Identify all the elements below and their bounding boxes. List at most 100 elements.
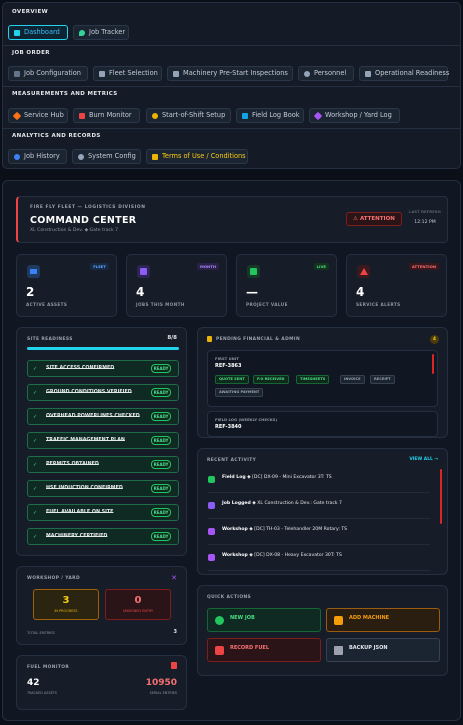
pending-card-ref: REF-3840: [215, 424, 242, 430]
status-pill[interactable]: P.O RECEIVED: [253, 375, 289, 384]
ready-badge: READY: [151, 364, 171, 373]
new-job-button[interactable]: NEW JOB: [207, 608, 321, 632]
status-pill[interactable]: TIMESHEETS: [296, 375, 330, 384]
last-refresh-label: LAST REFRESH: [409, 209, 441, 214]
attention-button[interactable]: ⚠ ATTENTION: [346, 212, 402, 226]
pending-card[interactable]: FIRST UNIT REF-3863 QUOTE SENT P.O RECEI…: [207, 350, 438, 407]
stat-card-project-value[interactable]: LIVE — PROJECT VALUE: [236, 254, 337, 317]
nav-button-machinery-pre-start[interactable]: Machinery Pre-Start Inspections: [167, 66, 293, 81]
pending-card-ref: REF-3863: [215, 363, 242, 369]
money-icon: [247, 265, 260, 278]
activity-text: Job Logged ◆ XL Construction & Dev.: Gat…: [222, 501, 342, 506]
checklist-item[interactable]: ✓ PERMITS OBTAINED READY: [27, 456, 179, 473]
stat-label: PROJECT VALUE: [246, 302, 288, 307]
gear-icon: [78, 154, 84, 160]
pending-card-label: FIRST UNIT: [215, 356, 239, 361]
pending-card[interactable]: FIELD LOG (WEEKLY CHECKS) REF-3840: [207, 411, 438, 437]
view-all-link[interactable]: VIEW ALL →: [409, 457, 438, 462]
unsigned-entry-box[interactable]: 0 UNSIGNED ENTRY: [105, 589, 171, 620]
dashboard-icon: [14, 30, 20, 36]
fuel-pump-icon: [215, 646, 224, 655]
unsigned-label: UNSIGNED ENTRY: [122, 609, 154, 613]
command-center-header: FIRE FLY FLEET — LOGISTICS DIVISION COMM…: [16, 196, 448, 243]
checklist-item[interactable]: ✓ SITE ACCESS CONFIRMED READY: [27, 360, 179, 377]
total-entries-value: 3: [173, 629, 177, 635]
site-location: XL Construction & Dev. ◆ Gate track 7: [30, 228, 119, 233]
checklist-item[interactable]: ✓ TRAFFIC MANAGEMENT PLAN READY: [27, 432, 179, 449]
ready-badge: READY: [151, 412, 171, 421]
unsigned-value: 0: [134, 595, 142, 606]
wrench-icon: [12, 111, 22, 121]
nav-button-dashboard[interactable]: Dashboard: [8, 25, 68, 40]
nav-section-title-analytics: ANALYTICS AND RECORDS: [12, 133, 101, 139]
plus-icon: [215, 616, 224, 625]
nav-button-system-config[interactable]: System Config: [72, 149, 141, 164]
status-pill[interactable]: INVOICE: [340, 375, 365, 384]
stat-card-service-alerts[interactable]: ATTENTION 4 SERVICE ALERTS: [346, 254, 447, 317]
activity-icon: [208, 554, 215, 561]
backup-json-button[interactable]: BACKUP JSON: [326, 638, 440, 662]
checklist-item-label: PERMITS OBTAINED: [46, 462, 99, 467]
nav-button-job-tracker[interactable]: Job Tracker: [73, 25, 129, 40]
add-machine-button[interactable]: ADD MACHINE: [326, 608, 440, 632]
checklist-item-label: SITE ACCESS CONFIRMED: [46, 366, 115, 371]
nav-divider: [3, 45, 460, 46]
truck-icon: [334, 616, 343, 625]
nav-button-fleet-selection[interactable]: Fleet Selection: [93, 66, 162, 81]
scrollbar[interactable]: [440, 469, 442, 524]
activity-item[interactable]: Workshop ◆ [DC] DX-08 - Heavy Excavator …: [208, 547, 430, 571]
scrollbar[interactable]: [432, 354, 434, 374]
nav-button-field-log-book[interactable]: Field Log Book: [236, 108, 304, 123]
checklist-item[interactable]: ✓ MACHINERY CERTIFIED READY: [27, 528, 179, 545]
status-pill[interactable]: RECEIPT: [370, 375, 395, 384]
activity-item[interactable]: Field Log ◆ [DC] DX-09 - Mini Excavator …: [208, 469, 430, 493]
check-icon: ✓: [33, 366, 38, 372]
activity-icon: [208, 476, 215, 483]
checklist-item[interactable]: ✓ FUEL AVAILABLE ON SITE READY: [27, 504, 179, 521]
document-icon: [152, 154, 158, 160]
nav-button-service-hub[interactable]: Service Hub: [8, 108, 68, 123]
checklist-item[interactable]: ✓ OVERHEAD POWERLINES CHECKED READY: [27, 408, 179, 425]
layers-icon: [99, 71, 105, 77]
nav-button-burn-monitor[interactable]: Burn Monitor: [73, 108, 140, 123]
stat-card-active-assets[interactable]: FLEET 2 ACTIVE ASSETS: [16, 254, 117, 317]
nav-button-operational-readiness[interactable]: Operational Readiness: [359, 66, 449, 81]
nav-button-terms-of-use[interactable]: Terms of Use / Conditions: [146, 149, 248, 164]
history-icon: [14, 154, 20, 160]
checklist-icon: [173, 71, 179, 77]
activity-item[interactable]: Job Logged ◆ XL Construction & Dev.: Gat…: [208, 495, 430, 519]
status-pill[interactable]: AWAITING PAYMENT: [215, 388, 264, 397]
activity-text: Workshop ◆ [DC] DX-08 - Heavy Excavator …: [222, 553, 342, 558]
nav-button-start-of-shift[interactable]: Start-of-Shift Setup: [146, 108, 231, 123]
truck-icon: [27, 265, 40, 278]
in-progress-value: 3: [62, 595, 70, 606]
nav-button-personnel[interactable]: Personnel: [298, 66, 354, 81]
total-entries-label: TOTAL ENTRIES: [27, 631, 55, 635]
pending-count-badge: 4: [430, 335, 439, 344]
workshop-title: WORKSHOP / YARD: [27, 576, 80, 581]
status-pill[interactable]: QUOTE SENT: [215, 375, 249, 384]
nav-button-job-history[interactable]: Job History: [8, 149, 67, 164]
page-title: COMMAND CENTER: [30, 215, 137, 226]
download-icon: [334, 646, 343, 655]
checklist-item[interactable]: ✓ HSE INDUCTION CONFIRMED READY: [27, 480, 179, 497]
activity-detail: ◆ [DC] DX-09 - Mini Excavator 3T: TS: [245, 475, 332, 480]
warning-icon: [357, 265, 370, 278]
activity-type: Workshop: [222, 553, 248, 558]
site-readiness-panel: SITE READINESS 8/8 ✓ SITE ACCESS CONFIRME…: [16, 327, 187, 556]
record-fuel-button[interactable]: RECORD FUEL: [207, 638, 321, 662]
nav-button-workshop-yard-log[interactable]: Workshop / Yard Log: [309, 108, 400, 123]
in-progress-box[interactable]: 3 IN PROGRESS: [33, 589, 99, 620]
pending-card-label: FIELD LOG (WEEKLY CHECKS): [215, 417, 278, 422]
check-icon: ✓: [33, 390, 38, 396]
workshop-yard-panel: WORKSHOP / YARD ✕ 3 IN PROGRESS 0 UNSIGN…: [16, 566, 187, 645]
nav-button-job-configuration[interactable]: Job Configuration: [8, 66, 88, 81]
activity-item[interactable]: Workshop ◆ [DC] TH-03 - Telehandler 20M …: [208, 521, 430, 545]
tools-icon: [313, 111, 323, 121]
nav-divider: [3, 86, 460, 87]
stat-card-jobs-this-month[interactable]: MONTH 4 JOBS THIS MONTH: [126, 254, 227, 317]
check-icon: ✓: [33, 534, 38, 540]
checklist-item[interactable]: ✓ GROUND CONDITIONS VERIFIED READY: [27, 384, 179, 401]
calendar-icon: [137, 265, 150, 278]
recent-activity-panel: RECENT ACTIVITY VIEW ALL → Field Log ◆ […: [197, 448, 448, 575]
